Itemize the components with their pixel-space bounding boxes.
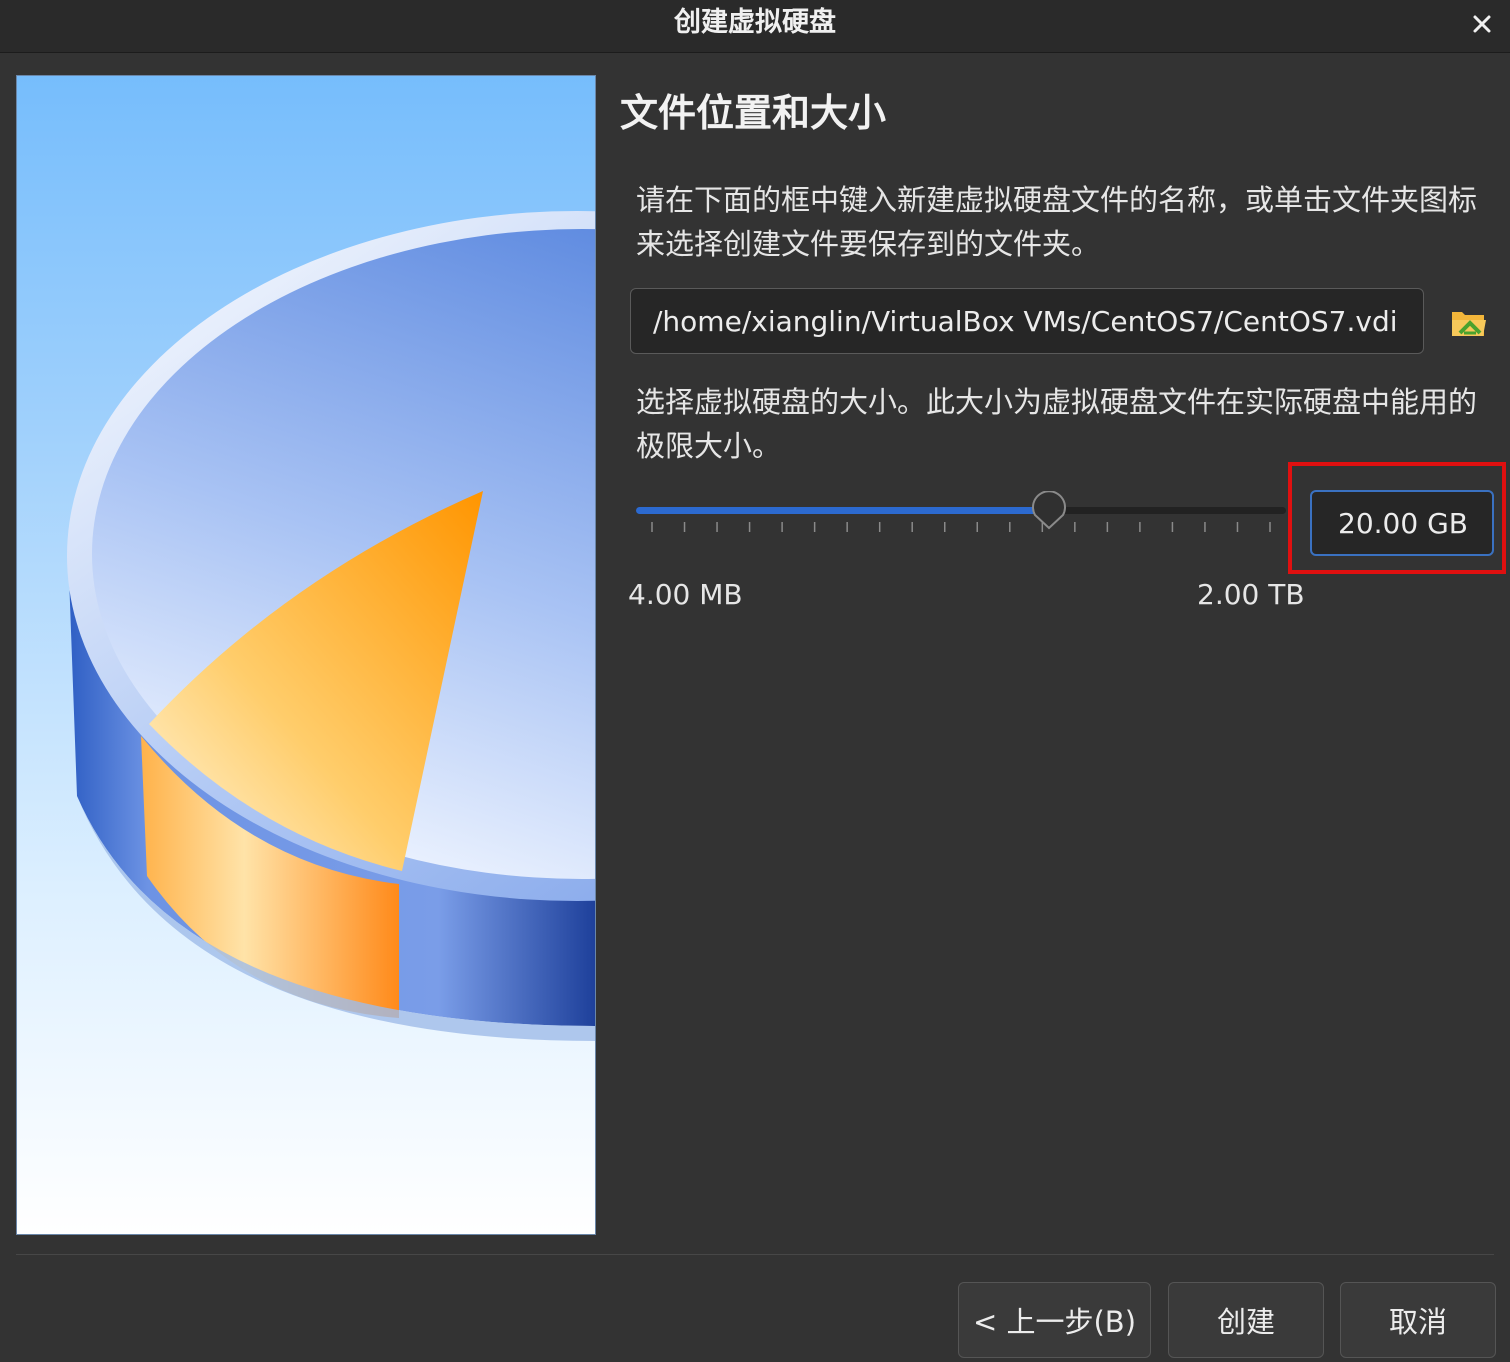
size-max-label: 2.00 TB	[1197, 578, 1305, 611]
hard-disk-illustration	[16, 75, 596, 1235]
cancel-button[interactable]: 取消	[1340, 1282, 1496, 1358]
size-description: 选择虚拟硬盘的大小。此大小为虚拟硬盘文件在实际硬盘中能用的极限大小。	[636, 385, 1478, 463]
page-heading: 文件位置和大小	[620, 91, 887, 135]
close-icon[interactable]	[1464, 6, 1500, 42]
back-button[interactable]: < 上一步(B)	[958, 1282, 1151, 1358]
folder-open-icon[interactable]	[1446, 300, 1490, 344]
create-button[interactable]: 创建	[1168, 1282, 1324, 1358]
slider-handle[interactable]	[1031, 490, 1067, 531]
window-title: 创建虚拟硬盘	[674, 7, 836, 38]
footer-separator	[16, 1254, 1494, 1255]
title-bar: 创建虚拟硬盘	[0, 0, 1510, 53]
location-description: 请在下面的框中键入新建虚拟硬盘文件的名称，或单击文件夹图标来选择创建文件要保存到…	[636, 183, 1478, 261]
file-path-input[interactable]	[630, 288, 1424, 354]
disk-size-slider[interactable]	[636, 488, 1286, 538]
slider-ticks	[651, 522, 1271, 532]
highlight-box	[1288, 462, 1506, 574]
size-min-label: 4.00 MB	[628, 578, 743, 611]
slider-fill	[636, 507, 1049, 514]
